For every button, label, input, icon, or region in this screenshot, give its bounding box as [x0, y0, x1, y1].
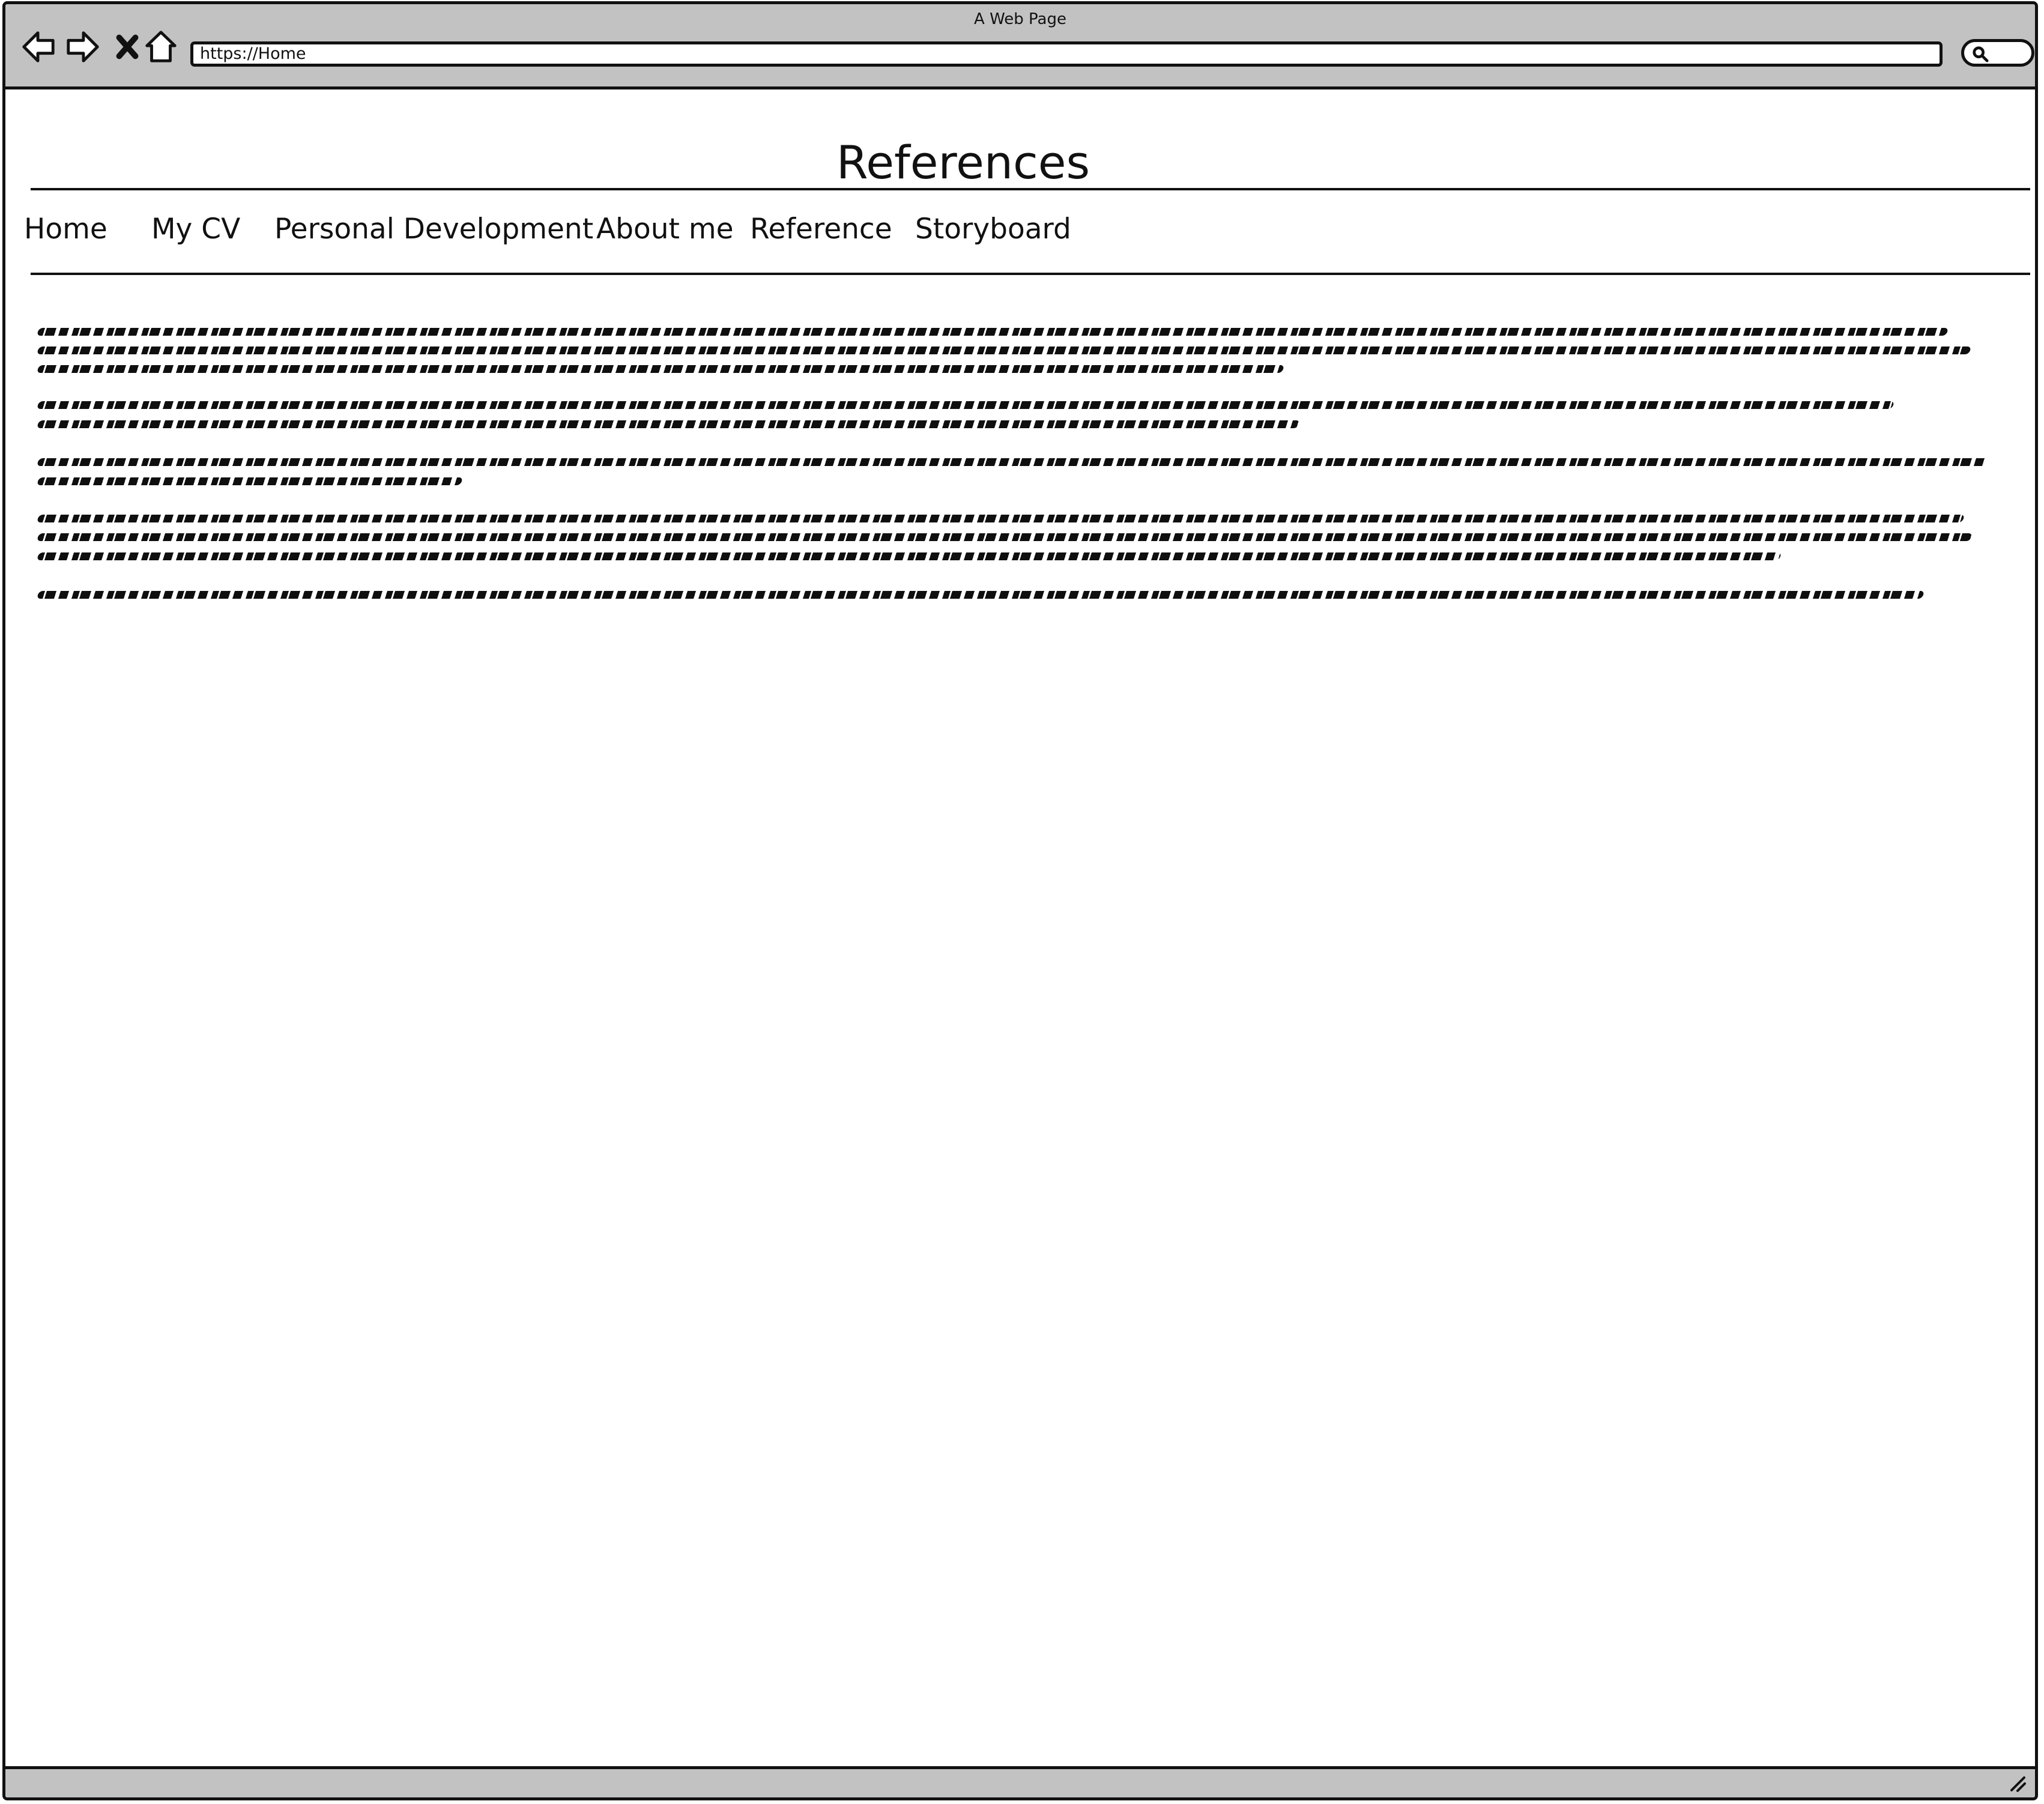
window-title: A Web Page	[974, 10, 1066, 28]
placeholder-text-line	[36, 401, 1895, 409]
placeholder-text-line	[36, 515, 1965, 522]
placeholder-text-line	[36, 552, 1782, 560]
placeholder-text-line	[36, 591, 1925, 599]
page-title: References	[836, 135, 1090, 189]
main-navigation: Home My CV Personal Development About me…	[5, 208, 1086, 250]
placeholder-text-line	[36, 477, 464, 485]
placeholder-text-line	[36, 420, 1301, 428]
status-bar	[5, 1766, 2035, 1797]
resize-grip-icon[interactable]	[2009, 1775, 2027, 1793]
search-button[interactable]	[1961, 39, 2034, 67]
close-icon[interactable]	[109, 28, 146, 65]
placeholder-text-line	[36, 328, 1949, 336]
navigation-divider	[31, 273, 2030, 275]
address-bar[interactable]: https://Home	[190, 41, 1943, 67]
placeholder-text-line	[36, 365, 1285, 373]
search-icon	[1973, 46, 1989, 62]
nav-personal-development-link[interactable]: Personal Development	[274, 208, 593, 250]
browser-toolbar: A Web Page https://Home	[5, 4, 2035, 89]
nav-storyboard-link[interactable]: Storyboard	[915, 208, 1071, 250]
home-icon[interactable]	[142, 28, 180, 65]
placeholder-text-line	[36, 458, 1989, 466]
placeholder-content	[36, 316, 1995, 617]
nav-my-cv-link[interactable]: My CV	[151, 208, 240, 250]
placeholder-text-line	[36, 533, 1973, 541]
back-arrow-icon[interactable]	[20, 28, 57, 65]
nav-about-me-link[interactable]: About me	[596, 208, 734, 250]
header-divider	[31, 188, 2030, 190]
placeholder-text-line	[36, 347, 1972, 354]
nav-home-link[interactable]: Home	[24, 208, 107, 250]
nav-reference-link[interactable]: Reference	[750, 208, 892, 250]
forward-arrow-icon[interactable]	[64, 28, 101, 65]
browser-window: A Web Page https://Home References Home …	[2, 1, 2038, 1800]
